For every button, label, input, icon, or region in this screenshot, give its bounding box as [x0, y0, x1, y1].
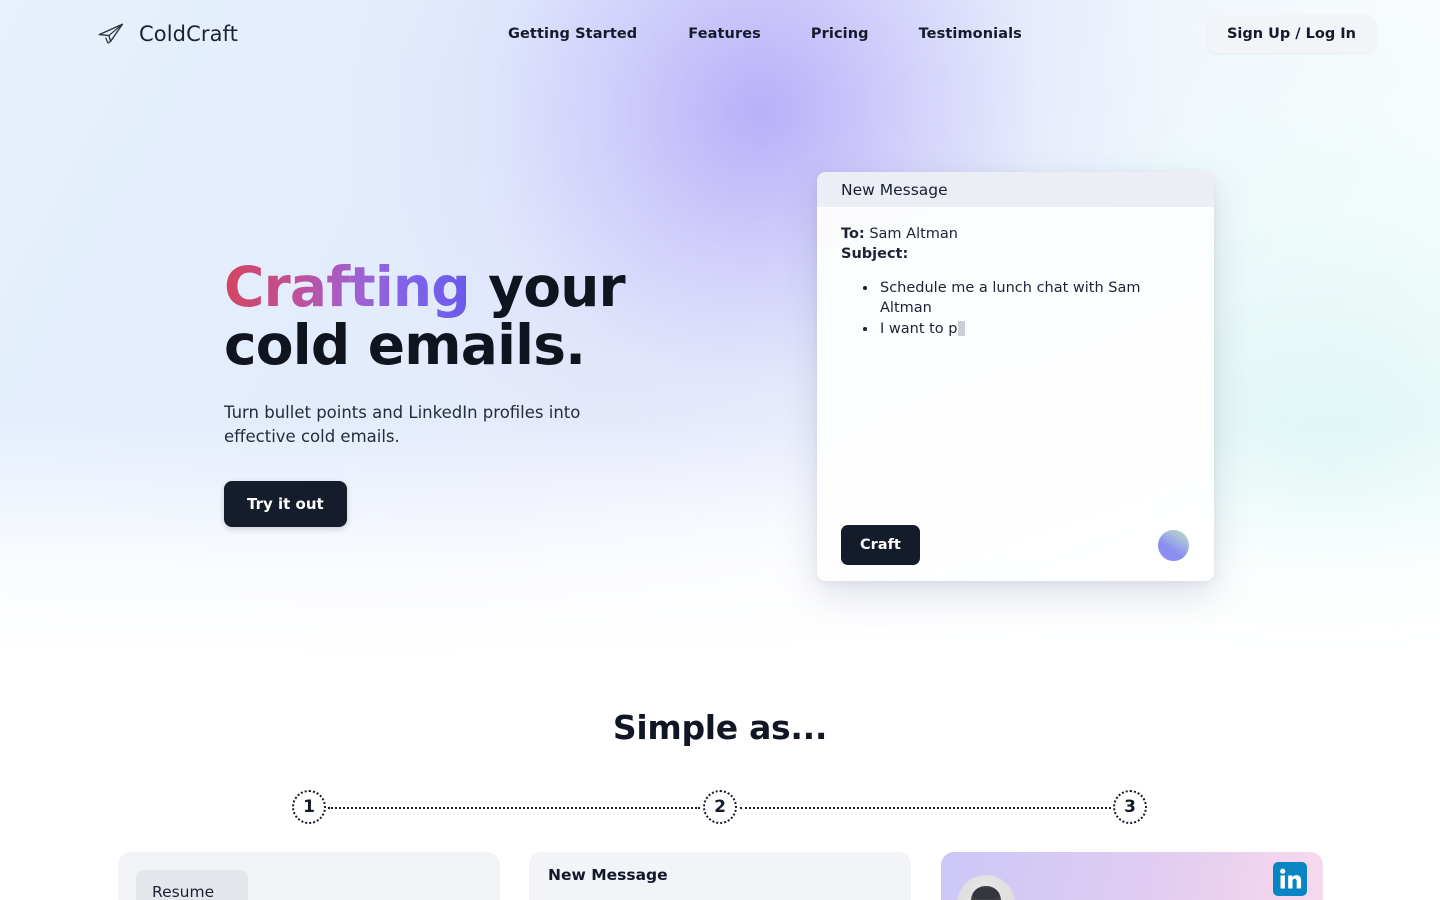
avatar	[957, 875, 1015, 900]
recipient-field[interactable]: To: Sam Altman	[841, 224, 1190, 244]
hero-content: Crafting your cold emails. Turn bullet p…	[224, 258, 704, 527]
bullet-text: Schedule me a lunch chat with Sam Altman	[880, 280, 1141, 316]
to-value: Sam Altman	[869, 226, 959, 242]
composer-title: New Message	[841, 180, 948, 199]
brand-name: ColdCraft	[139, 22, 238, 46]
gradient-orb-icon[interactable]	[1158, 529, 1189, 561]
hero-subtext: Turn bullet points and LinkedIn profiles…	[224, 403, 581, 446]
paper-plane-icon	[96, 19, 126, 49]
avatar-fringe	[973, 888, 999, 899]
nav-links: Getting Started Features Pricing Testimo…	[508, 26, 1022, 42]
signup-login-button[interactable]: Sign Up / Log In	[1206, 15, 1376, 53]
nav-link-testimonials[interactable]: Testimonials	[919, 26, 1022, 42]
subject-field[interactable]: Subject:	[841, 244, 1190, 264]
bullet-text: I want to p	[880, 321, 958, 337]
linkedin-profile-card[interactable]	[941, 852, 1323, 900]
headline-rest: your	[469, 255, 626, 319]
step-connector-line	[328, 806, 700, 809]
feature-cards: Resume New Message	[0, 852, 1440, 900]
subject-label: Subject:	[841, 246, 909, 262]
headline-line-two: cold emails.	[224, 313, 586, 377]
resume-chip[interactable]: Resume	[136, 870, 248, 900]
composer-footer: Craft	[817, 509, 1214, 581]
to-label: To:	[841, 226, 865, 242]
step-connector-line	[740, 806, 1111, 809]
resume-chip-label: Resume	[152, 883, 215, 900]
linkedin-icon	[1273, 862, 1307, 896]
text-cursor-icon	[958, 321, 966, 336]
page-title: Crafting your cold emails.	[224, 258, 704, 374]
brand-logo[interactable]: ColdCraft	[96, 19, 238, 49]
step-circle-3[interactable]: 3	[1113, 790, 1147, 824]
top-navigation-bar: ColdCraft Getting Started Features Prici…	[0, 0, 1440, 68]
nav-link-features[interactable]: Features	[688, 26, 761, 42]
headline-gradient-word: Crafting	[224, 255, 471, 319]
list-item: I want to p	[862, 319, 1190, 339]
new-message-card-title: New Message	[548, 866, 668, 884]
nav-link-getting-started[interactable]: Getting Started	[508, 26, 637, 42]
composer-body: To: Sam Altman Subject: Schedule me a lu…	[817, 207, 1214, 339]
composer-header: New Message	[817, 172, 1214, 207]
email-composer-card: New Message To: Sam Altman Subject: Sche…	[817, 172, 1214, 581]
resume-card[interactable]: Resume	[118, 852, 500, 900]
new-message-card[interactable]: New Message	[529, 852, 911, 900]
simple-as-heading: Simple as...	[612, 708, 828, 747]
step-circle-1[interactable]: 1	[292, 790, 326, 824]
try-it-out-button[interactable]: Try it out	[224, 481, 347, 527]
composer-bullet-list[interactable]: Schedule me a lunch chat with Sam Altman…	[862, 278, 1190, 339]
list-item: Schedule me a lunch chat with Sam Altman	[862, 278, 1190, 318]
hero-background	[0, 0, 1440, 660]
craft-button[interactable]: Craft	[841, 525, 920, 565]
nav-link-pricing[interactable]: Pricing	[811, 26, 869, 42]
step-indicator: 1 2 3	[0, 790, 1440, 826]
step-circle-2[interactable]: 2	[703, 790, 737, 824]
